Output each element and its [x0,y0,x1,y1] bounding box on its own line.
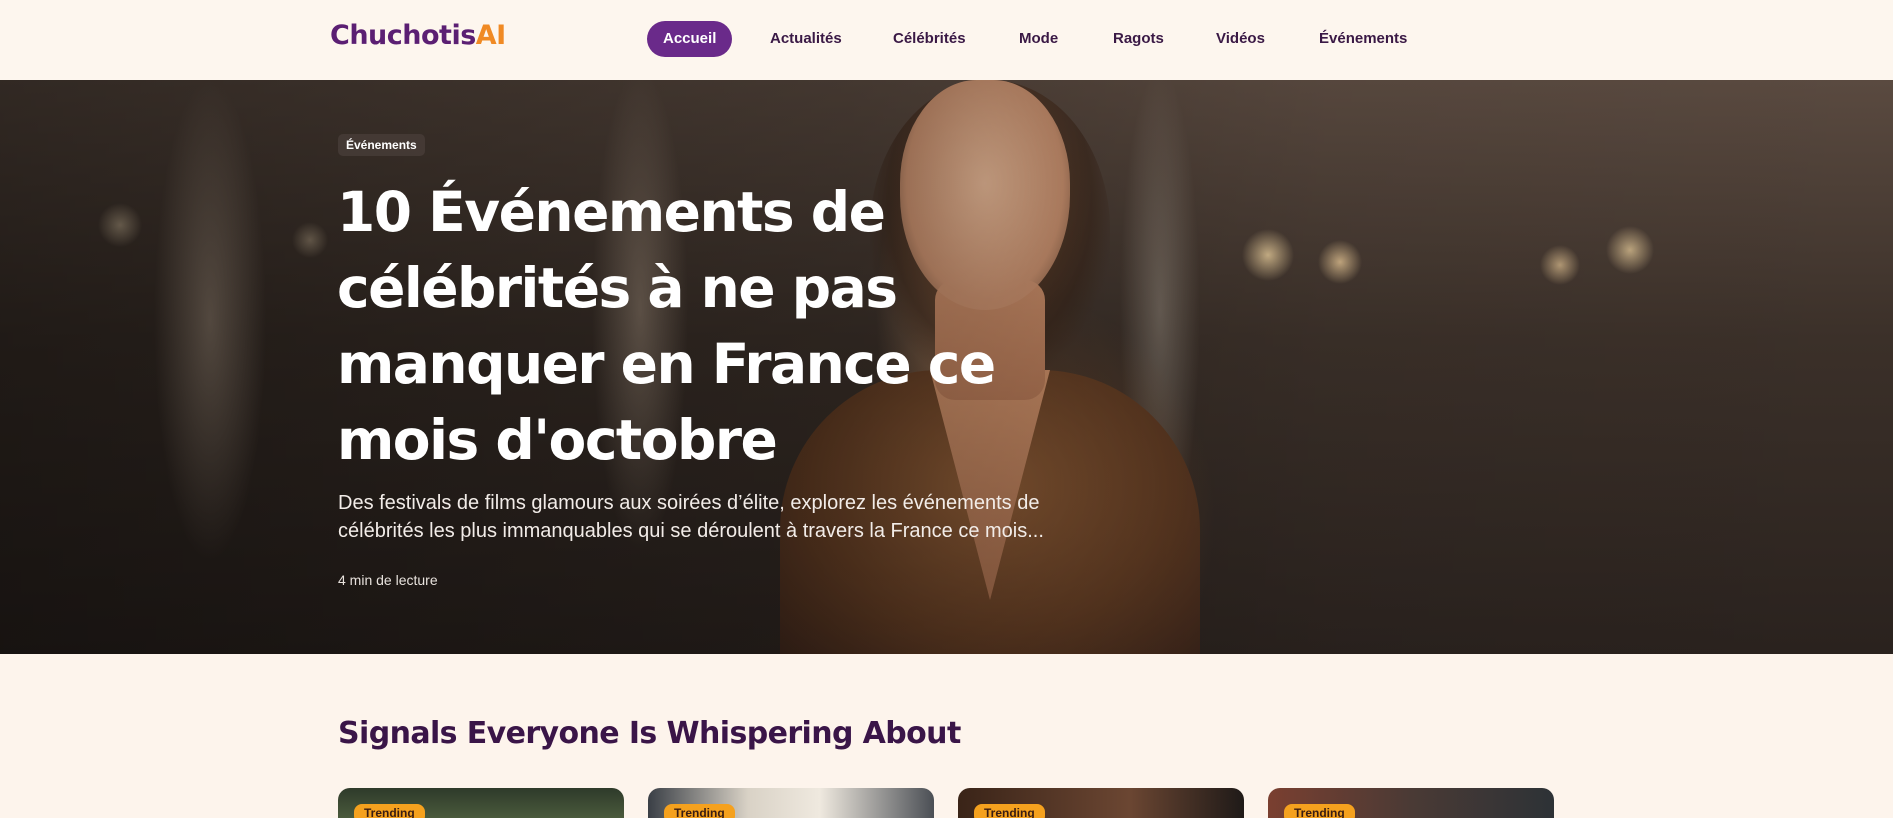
nav-accueil[interactable]: Accueil [647,21,733,57]
logo-text: Chuchotis [330,20,476,51]
article-card[interactable]: Trending [338,788,624,818]
article-card[interactable]: Trending [648,788,934,818]
hero-excerpt: Des festivals de films glamours aux soir… [338,492,1044,542]
nav-celebrites[interactable]: Célébrités [893,21,966,57]
trending-badge: Trending [354,804,425,818]
section-title: Signals Everyone Is Whispering About [338,716,961,751]
trending-badge: Trending [664,804,735,818]
hero-category-badge[interactable]: Événements [338,134,425,156]
article-card[interactable]: Trending [958,788,1244,818]
nav-ragots[interactable]: Ragots [1113,21,1164,57]
site-logo[interactable]: ChuchotisAI [330,20,506,51]
trending-badge: Trending [974,804,1045,818]
article-card[interactable]: Trending [1268,788,1554,818]
trending-badge: Trending [1284,804,1355,818]
nav-videos[interactable]: Vidéos [1216,21,1265,57]
logo-accent: AI [475,20,506,51]
nav-evenements[interactable]: Événements [1319,21,1407,57]
nav-mode[interactable]: Mode [1019,21,1058,57]
hero-read-time: 4 min de lecture [338,572,438,588]
hero-title[interactable]: 10 Événements de célébrités à ne pas man… [337,174,1097,478]
site-header: ChuchotisAI Accueil Actualités Célébrité… [0,0,1893,80]
nav-actualites[interactable]: Actualités [770,21,842,57]
